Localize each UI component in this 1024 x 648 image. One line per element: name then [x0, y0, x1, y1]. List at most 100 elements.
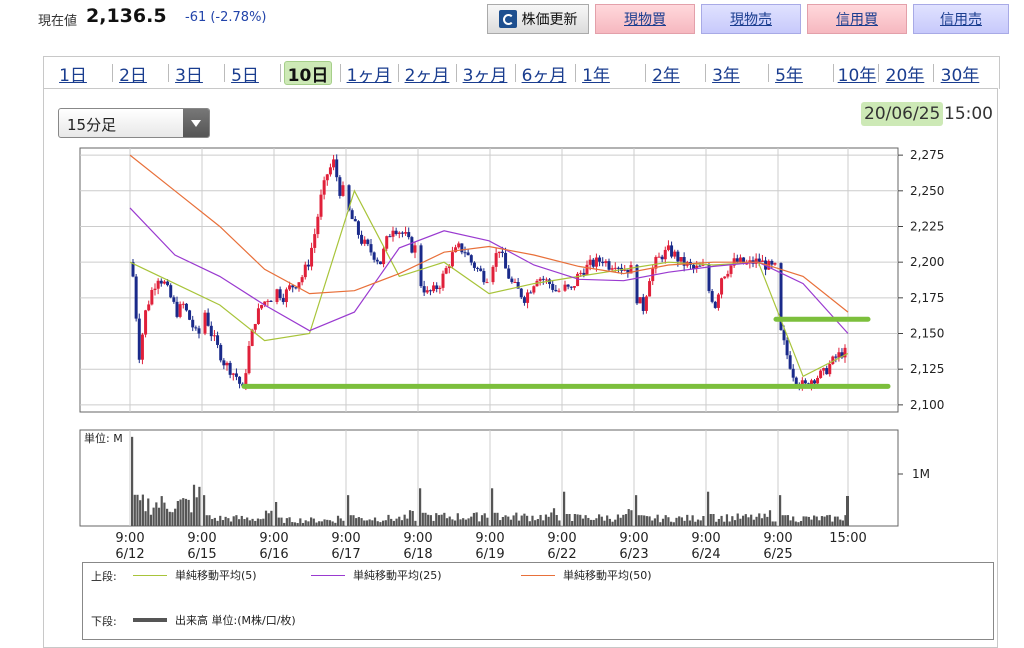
volume-bar [472, 512, 476, 526]
volume-bar [208, 515, 211, 526]
candle-body [773, 263, 777, 265]
x-tick-label: 9:00 [115, 531, 144, 546]
candle-body [375, 259, 379, 262]
candle-body [554, 289, 558, 292]
volume-bar [259, 519, 262, 526]
volume-bar [398, 516, 401, 526]
volume-bar [520, 515, 523, 526]
volume-bar [440, 514, 443, 526]
volume-bar [833, 516, 837, 526]
volume-bar [670, 521, 673, 526]
volume-bar [784, 515, 787, 526]
candle-body [419, 245, 423, 287]
volume-bar [678, 516, 681, 526]
candle-body [156, 280, 160, 289]
candle-body [147, 304, 151, 311]
candle-body [588, 259, 592, 265]
volume-bar [760, 518, 764, 526]
volume-bar [667, 517, 670, 526]
volume-bar [672, 522, 675, 526]
volume-bar [823, 516, 826, 526]
volume-bar [534, 520, 537, 526]
volume-bar [133, 494, 136, 526]
volume-bar [291, 522, 294, 526]
candle-body [425, 290, 429, 293]
candle-body [175, 301, 179, 317]
volume-bar [190, 512, 193, 526]
x-tick-label: 15:00 [829, 531, 866, 546]
candle-body [541, 278, 545, 280]
volume-bar [544, 514, 548, 526]
volume-bar [334, 522, 337, 526]
volume-bar [789, 520, 792, 526]
volume-plot-frame [79, 429, 899, 527]
volume-bar [558, 520, 561, 526]
candle-body [341, 185, 345, 196]
candle-body [532, 286, 536, 293]
candle-body [203, 312, 207, 334]
y-tick-label: 2,100 [910, 398, 944, 412]
volume-bar [515, 512, 518, 526]
volume-bar [584, 515, 587, 526]
volume-bar [382, 520, 385, 526]
candle-body [247, 345, 251, 374]
legend-lower-label: 下段: [91, 615, 117, 628]
volume-bar [744, 514, 747, 526]
volume-bar [326, 519, 329, 526]
volume-bar [630, 510, 633, 526]
volume-bar [717, 518, 720, 526]
volume-bar [152, 507, 155, 526]
volume-bar [565, 514, 568, 526]
volume-bar [509, 519, 513, 526]
volume-bar [739, 518, 742, 526]
candle-body [641, 297, 645, 311]
volume-bar [384, 520, 387, 526]
volume-bar [184, 498, 188, 526]
volume-bar [131, 436, 134, 526]
volume-bar [174, 508, 177, 526]
candle-body [676, 251, 680, 262]
candle-body [644, 296, 648, 311]
volume-bar [771, 521, 774, 526]
volume-bar [839, 519, 842, 526]
volume-bar [360, 518, 363, 526]
volume-bar [622, 514, 625, 526]
candle-body [770, 260, 774, 265]
candle-body [391, 230, 395, 237]
volume-bar [592, 519, 595, 526]
candle-body [234, 373, 238, 377]
candle-body [607, 261, 611, 270]
volume-bar [379, 522, 382, 526]
volume-bar [571, 521, 574, 526]
legend-upper-label: 上段: [91, 570, 117, 583]
volume-bar [691, 515, 694, 526]
volume-bar [435, 513, 438, 526]
volume-bar [702, 516, 705, 526]
volume-bar [157, 507, 161, 526]
volume-bar [368, 519, 371, 526]
x-tick-date-label: 6/22 [547, 547, 576, 562]
candle-body [397, 232, 401, 235]
candle-body [513, 282, 517, 284]
volume-bar [221, 520, 225, 526]
candle-body [150, 290, 154, 305]
candle-body [422, 286, 426, 293]
volume-bar [349, 515, 352, 526]
x-tick-label: 9:00 [691, 531, 720, 546]
candle-body [134, 276, 138, 319]
candle-body [206, 312, 210, 326]
candle-body [428, 290, 432, 292]
y-tick-label: 2,200 [910, 255, 944, 269]
candle-body [394, 230, 398, 235]
volume-bar [312, 518, 315, 526]
volume-bar [211, 519, 214, 526]
volume-bar [768, 510, 772, 526]
volume-bar [611, 521, 614, 526]
volume-bar [747, 517, 750, 526]
volume-bar [198, 486, 201, 526]
volume-bar [195, 497, 198, 526]
volume-bar [781, 515, 784, 526]
candle-body [825, 368, 829, 375]
candle-body [497, 251, 501, 254]
volume-bar [182, 498, 185, 526]
